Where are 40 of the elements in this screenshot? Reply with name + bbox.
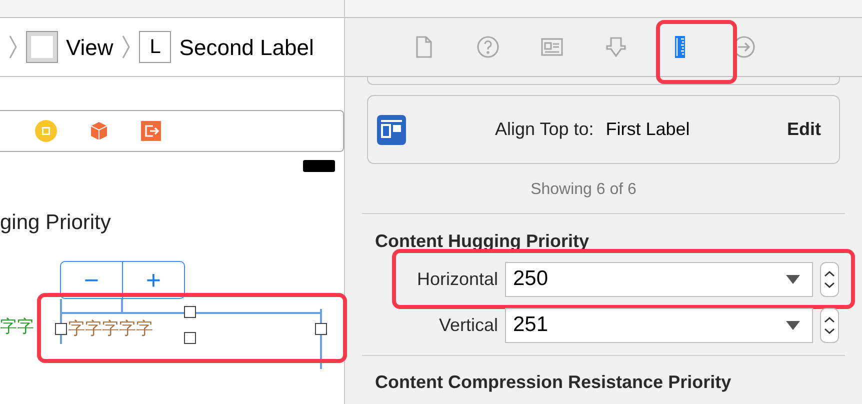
plus-button[interactable]: +: [123, 262, 184, 298]
constraint-count: Showing 6 of 6: [530, 180, 638, 200]
up-chevron-icon: [824, 270, 835, 276]
help-icon: [476, 35, 500, 59]
priority-dropdown[interactable]: 251: [505, 308, 813, 342]
stepper[interactable]: − +: [60, 261, 185, 299]
id-card-icon: [540, 35, 564, 59]
edit-button[interactable]: Edit: [787, 116, 821, 143]
breadcrumb-item[interactable]: View: [66, 30, 114, 64]
exit-icon: [141, 121, 161, 141]
chevron-icon: [8, 35, 18, 59]
label-text: 字字: [0, 316, 34, 338]
cube-icon: [89, 121, 109, 141]
dropdown-arrow-icon: [786, 320, 800, 330]
resize-handle[interactable]: [315, 323, 327, 335]
resize-handle[interactable]: [55, 323, 67, 335]
label-text: 字字字字字: [68, 318, 153, 340]
label-icon: L: [139, 31, 172, 63]
priority-dropdown[interactable]: 250: [505, 262, 813, 296]
chevron-icon: [121, 35, 132, 59]
resize-handle[interactable]: [184, 332, 196, 344]
dropdown-arrow-icon: [786, 274, 800, 284]
resize-handle[interactable]: [184, 306, 196, 318]
minus-button[interactable]: −: [61, 262, 123, 298]
view-icon: [26, 31, 58, 63]
constraint-target: First Label: [606, 118, 690, 141]
section-title: Content Compression Resistance Priority: [375, 371, 732, 394]
down-chevron-icon: [824, 328, 835, 334]
field-label: Vertical: [438, 314, 499, 336]
breadcrumb-item[interactable]: Second Label: [179, 30, 314, 64]
field-label: Horizontal: [416, 268, 499, 290]
battery-icon: [303, 160, 335, 172]
constraint-label: Align Top to:: [495, 118, 594, 141]
circle-stop-icon: [35, 120, 57, 142]
stepper-control[interactable]: [820, 308, 839, 342]
label-text: ging Priority: [0, 210, 111, 236]
stepper-control[interactable]: [820, 262, 839, 296]
down-chevron-icon: [824, 282, 835, 288]
align-top-icon: [377, 114, 406, 144]
up-chevron-icon: [824, 316, 835, 322]
